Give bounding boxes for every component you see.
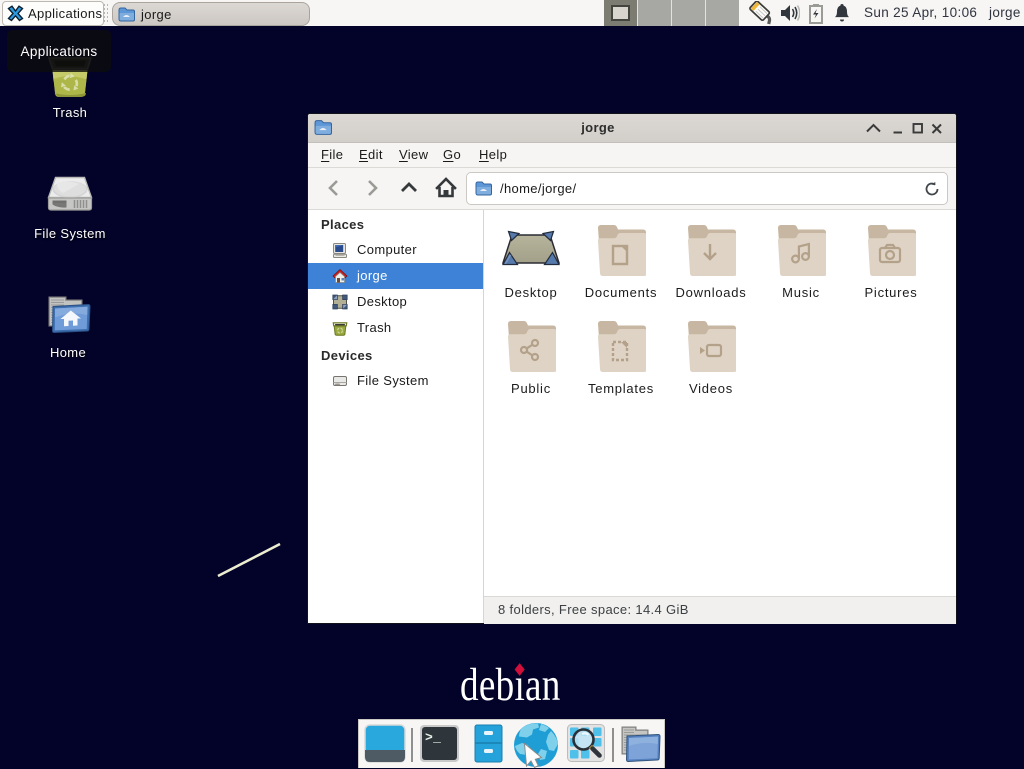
svg-text:>_: >_: [425, 730, 441, 745]
